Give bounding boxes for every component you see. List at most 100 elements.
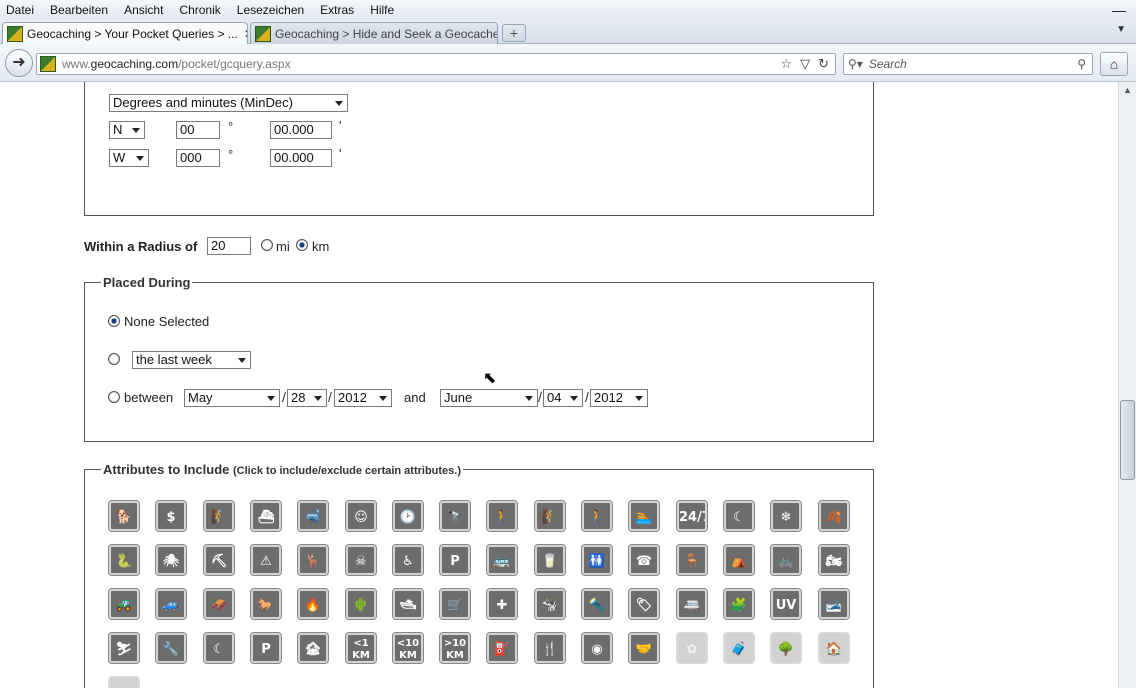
menu-chronik[interactable]: Chronik [177, 3, 222, 17]
uv-icon[interactable]: UV [770, 588, 802, 620]
placed-last-select[interactable]: the last week [132, 351, 251, 369]
search-icon[interactable]: ⚲ [1077, 57, 1086, 71]
wheelchair-icon[interactable]: ♿ [392, 544, 424, 576]
longitude-degrees-input[interactable]: 000 [176, 149, 220, 167]
from-day-select[interactable]: 28 [287, 389, 327, 407]
seasonal-icon[interactable]: ✿ [676, 632, 708, 664]
scroll-thumb[interactable] [1120, 400, 1135, 480]
food-icon[interactable]: 🍴 [534, 632, 566, 664]
landf-icon[interactable]: 🏷 [628, 588, 660, 620]
fuel-icon[interactable]: ⛽ [486, 632, 518, 664]
radius-unit-mi-radio[interactable] [261, 239, 273, 251]
menu-bearbeiten[interactable]: Bearbeiten [48, 3, 110, 17]
snowmobiles-icon[interactable]: 🛷 [203, 588, 235, 620]
page-scrollbar[interactable]: ▲ [1118, 82, 1136, 688]
public-transit-icon[interactable]: 🚌 [486, 544, 518, 576]
scenic-icon[interactable]: 🔭 [439, 500, 471, 532]
wading-icon[interactable]: 🚶 [581, 500, 613, 532]
placed-between-radio[interactable] [108, 391, 120, 403]
scroll-up-icon[interactable]: ▲ [1119, 82, 1136, 99]
first-aid-icon[interactable]: ✚ [486, 588, 518, 620]
stroller-icon[interactable]: 🛒 [439, 588, 471, 620]
front-yard-icon[interactable]: 🏠 [818, 632, 850, 664]
search-bar[interactable]: ⚲▾ Search ⚲ [843, 53, 1093, 75]
special-tool-icon[interactable]: 🔧 [155, 632, 187, 664]
partnership-icon[interactable]: 🤝 [628, 632, 660, 664]
tourist-icon[interactable]: 🧳 [723, 632, 755, 664]
home-button[interactable]: ⌂ [1100, 52, 1128, 76]
campfires-icon[interactable]: 🔥 [297, 588, 329, 620]
kids-icon[interactable]: ☺ [345, 500, 377, 532]
picnic-icon[interactable]: 🪑 [676, 544, 708, 576]
night-icon[interactable]: ☾ [723, 500, 755, 532]
thorns-icon[interactable]: 🌵 [345, 588, 377, 620]
boat-icon[interactable]: ⛴ [250, 500, 282, 532]
stealth-icon[interactable]: 🛥 [392, 588, 424, 620]
tree-climbing-icon[interactable]: 🌳 [770, 632, 802, 664]
back-button[interactable]: ➜ [5, 49, 33, 77]
danger-icon[interactable]: ☠ [345, 544, 377, 576]
time-icon[interactable]: 🕑 [392, 500, 424, 532]
fee-icon[interactable]: $ [155, 500, 187, 532]
jeeps-icon[interactable]: 🚙 [155, 588, 187, 620]
longitude-minutes-input[interactable]: 00.000 [270, 149, 332, 167]
swimming-icon[interactable]: 🏊 [628, 500, 660, 532]
rv-icon[interactable]: 🚐 [676, 588, 708, 620]
longitude-direction-select[interactable]: W [109, 149, 149, 167]
quads-icon[interactable]: 🚜 [108, 588, 140, 620]
short-hike-icon[interactable]: <1 KM [345, 632, 377, 664]
search-engine-icon[interactable]: ⚲▾ [848, 57, 863, 71]
restrooms-icon[interactable]: 🚻 [581, 544, 613, 576]
motorcycles-icon[interactable]: 🏍 [818, 544, 850, 576]
parking-icon[interactable]: P [439, 544, 471, 576]
teamwork-icon[interactable]: 👥 [108, 676, 140, 688]
tab-list-icon[interactable]: ▼ [1116, 24, 1126, 35]
reload-icon[interactable]: ↻ [818, 56, 829, 72]
dogs-icon[interactable]: 🐕 [108, 500, 140, 532]
camping-icon[interactable]: ⛺ [723, 544, 755, 576]
wireless-beacon-icon[interactable]: ◉ [581, 632, 613, 664]
close-icon[interactable]: ✕ [238, 27, 247, 41]
bicycles-icon[interactable]: 🚲 [770, 544, 802, 576]
to-year-select[interactable]: 2012 [590, 389, 648, 407]
tab-pocket-queries[interactable]: Geocaching > Your Pocket Queries > ... ✕ [2, 22, 248, 44]
history-dropdown-icon[interactable]: ▽ [800, 56, 810, 72]
mine-icon[interactable]: ⛏ [203, 544, 235, 576]
ticks-icon[interactable]: 🕷 [155, 544, 187, 576]
latitude-direction-select[interactable]: N [109, 121, 145, 139]
new-tab-button[interactable]: + [502, 24, 526, 42]
park-and-grab-icon[interactable]: P [250, 632, 282, 664]
tab-hide-and-seek[interactable]: Geocaching > Hide and Seek a Geocache... [250, 22, 498, 44]
phone-icon[interactable]: ☎ [628, 544, 660, 576]
menu-lesezeichen[interactable]: Lesezeichen [235, 3, 306, 17]
menu-ansicht[interactable]: Ansicht [122, 3, 165, 17]
long-hike-icon[interactable]: >10 KM [439, 632, 471, 664]
hunting-icon[interactable]: 🦌 [297, 544, 329, 576]
flashlight-icon[interactable]: 🔦 [581, 588, 613, 620]
climbing-icon[interactable]: 🧗 [203, 500, 235, 532]
site-identity-icon[interactable] [40, 56, 56, 72]
menu-datei[interactable]: Datei [4, 3, 36, 17]
from-year-select[interactable]: 2012 [334, 389, 392, 407]
to-day-select[interactable]: 04 [543, 389, 583, 407]
radius-unit-km-radio[interactable] [296, 239, 308, 251]
hiking-icon[interactable]: 🚶 [486, 500, 518, 532]
bookmark-star-icon[interactable]: ☆ [780, 56, 792, 72]
poison-oak-icon[interactable]: 🍂 [818, 500, 850, 532]
skiis-icon[interactable]: ⛷ [108, 632, 140, 664]
cow-icon[interactable]: 🐄 [534, 588, 566, 620]
snakes-icon[interactable]: 🐍 [108, 544, 140, 576]
medium-hike-icon[interactable]: <10 KM [392, 632, 424, 664]
radius-input[interactable]: 20 [207, 237, 251, 255]
menu-extras[interactable]: Extras [318, 3, 356, 17]
menu-hilfe[interactable]: Hilfe [368, 3, 396, 17]
latitude-degrees-input[interactable]: 00 [176, 121, 220, 139]
latitude-minutes-input[interactable]: 00.000 [270, 121, 332, 139]
cliff-icon[interactable]: ⚠ [250, 544, 282, 576]
coordinate-format-select[interactable]: Degrees and minutes (MinDec) [109, 94, 348, 112]
drinking-water-icon[interactable]: 🥛 [534, 544, 566, 576]
from-month-select[interactable]: May [184, 389, 280, 407]
minimize-icon[interactable]: — [1112, 2, 1126, 18]
placed-last-radio[interactable] [108, 353, 120, 365]
address-bar[interactable]: www.geocaching.com/pocket/gcquery.aspx ☆… [36, 53, 836, 75]
